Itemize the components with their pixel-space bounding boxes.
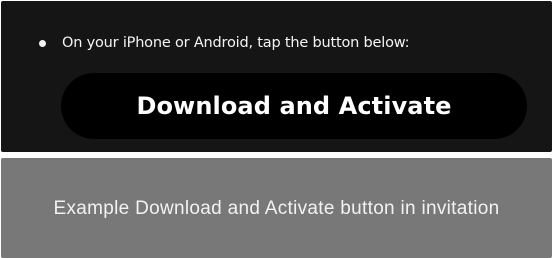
caption-box: Example Download and Activate button in … [1, 158, 552, 258]
instruction-list-item: On your iPhone or Android, tap the butto… [39, 35, 410, 51]
invitation-screenshot: On your iPhone or Android, tap the butto… [1, 1, 552, 152]
instruction-text: On your iPhone or Android, tap the butto… [62, 35, 410, 51]
page-frame: On your iPhone or Android, tap the butto… [0, 0, 552, 258]
download-and-activate-label: Download and Activate [136, 92, 452, 120]
download-and-activate-button[interactable]: Download and Activate [61, 73, 527, 139]
caption-text: Example Download and Activate button in … [53, 197, 500, 219]
bullet-icon [39, 39, 46, 47]
